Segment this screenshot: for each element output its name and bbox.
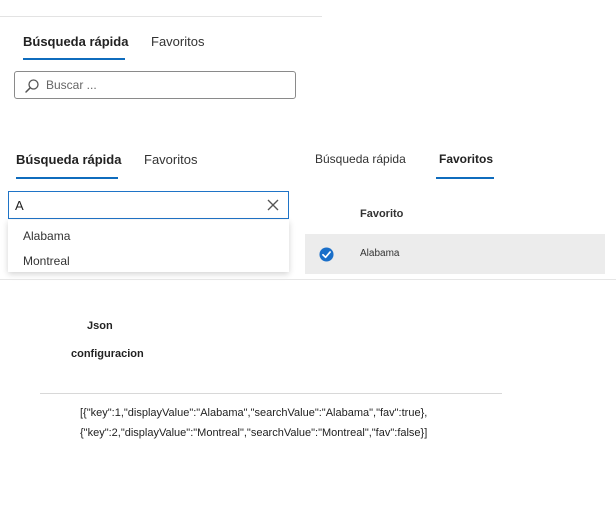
- panel3-tab-favoritos[interactable]: Favoritos: [439, 152, 493, 166]
- suggestion-option[interactable]: Montreal: [23, 254, 70, 268]
- panel1-top-divider: [0, 16, 322, 17]
- panels-bottom-divider: [0, 279, 616, 280]
- panel2-suggestions-dropdown: Alabama Montreal: [8, 220, 289, 272]
- favorite-label: Alabama: [360, 248, 400, 259]
- json-divider: [40, 393, 502, 394]
- suggestion-option[interactable]: Alabama: [23, 229, 70, 243]
- panel1-search-box[interactable]: [14, 71, 296, 99]
- json-subtitle: configuracion: [71, 348, 144, 360]
- panel2-tab-busqueda[interactable]: Búsqueda rápida: [16, 152, 121, 167]
- clear-icon[interactable]: [266, 198, 280, 212]
- panel2-search-input[interactable]: [15, 196, 255, 214]
- panel1-tab-indicator: [23, 58, 125, 60]
- panel2-tab-favoritos[interactable]: Favoritos: [144, 152, 197, 167]
- panel1-tab-favoritos[interactable]: Favoritos: [151, 34, 204, 49]
- panel1-search-input[interactable]: [46, 75, 286, 95]
- json-line-1: [{"key":1,"displayValue":"Alabama","sear…: [80, 407, 428, 419]
- panel3-tab-busqueda[interactable]: Búsqueda rápida: [315, 152, 406, 166]
- check-circle-icon[interactable]: [319, 247, 334, 262]
- panel1-tab-busqueda[interactable]: Búsqueda rápida: [23, 34, 128, 49]
- panel2-tab-indicator: [16, 177, 118, 179]
- json-title: Json: [87, 320, 113, 332]
- favorites-row[interactable]: Alabama: [305, 234, 605, 274]
- json-line-2: {"key":2,"displayValue":"Montreal","sear…: [80, 427, 428, 439]
- favorites-column-header: Favorito: [360, 208, 404, 220]
- search-icon: [25, 79, 39, 93]
- panel2-search-box[interactable]: [8, 191, 289, 219]
- panel3-tab-indicator: [436, 177, 494, 179]
